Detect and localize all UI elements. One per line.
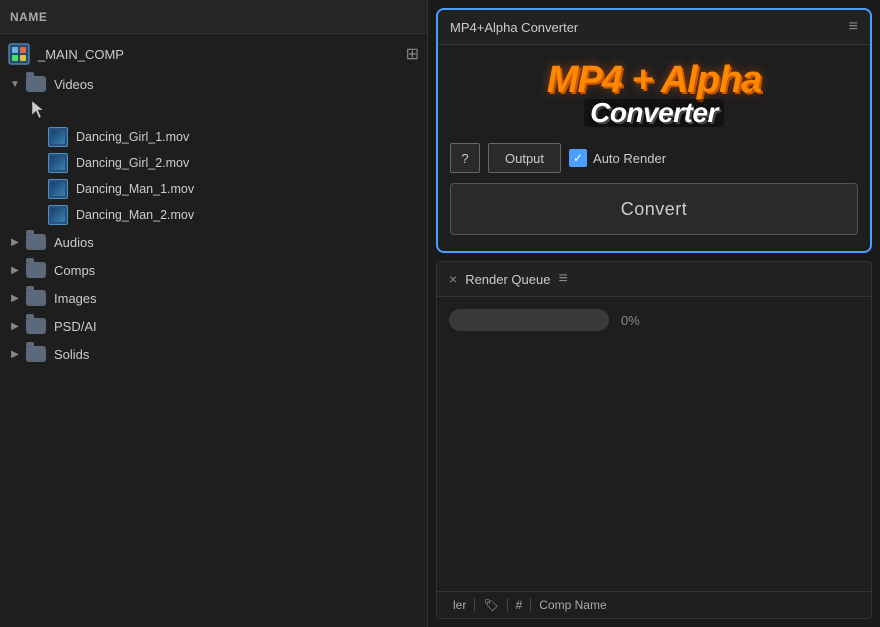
left-panel: Name _MAIN_COMP ⊞ ▼ Videos (0, 0, 428, 627)
folder-label-videos: Videos (54, 77, 94, 92)
plugin-menu-icon[interactable]: ≡ (849, 18, 858, 36)
plugin-body: MP4 + Alpha Converter ? Output ✓ Auto Re… (438, 45, 870, 251)
file-tree: _MAIN_COMP ⊞ ▼ Videos Dancing_Girl_1.mo (0, 34, 427, 627)
auto-render-checkbox[interactable]: ✓ (569, 149, 587, 167)
plugin-panel: MP4+Alpha Converter ≡ MP4 + Alpha Conver… (436, 8, 872, 253)
controls-row: ? Output ✓ Auto Render (450, 143, 858, 173)
file-thumb (48, 179, 68, 199)
chevron-right-icon: ▶ (8, 291, 22, 305)
file-dancing-man-1[interactable]: Dancing_Man_1.mov (0, 176, 427, 202)
main-comp-label: _MAIN_COMP (38, 47, 406, 62)
plugin-panel-header: MP4+Alpha Converter ≡ (438, 10, 870, 45)
render-queue-header: × Render Queue ≡ (437, 262, 871, 297)
folder-label-solids: Solids (54, 347, 89, 362)
folder-label-audios: Audios (54, 235, 94, 250)
auto-render-label[interactable]: ✓ Auto Render (569, 149, 666, 167)
folder-icon (26, 262, 46, 278)
file-dancing-girl-1[interactable]: Dancing_Girl_1.mov (0, 124, 427, 150)
progress-pct: 0% (621, 313, 640, 328)
folder-icon (26, 290, 46, 306)
logo-text-sub: Converter (584, 99, 724, 127)
render-queue-title: Render Queue (465, 272, 550, 287)
folder-comps[interactable]: ▶ Comps (0, 256, 427, 284)
main-comp-icon (8, 43, 30, 65)
chevron-right-icon: ▶ (8, 235, 22, 249)
folder-videos[interactable]: ▼ Videos (0, 70, 427, 98)
progress-row: 0% (449, 309, 859, 331)
render-queue-menu-icon[interactable]: ≡ (558, 270, 567, 288)
file-dancing-girl-2[interactable]: Dancing_Girl_2.mov (0, 150, 427, 176)
folder-audios[interactable]: ▶ Audios (0, 228, 427, 256)
progress-bar-container (449, 309, 609, 331)
folder-label-images: Images (54, 291, 97, 306)
rq-col-comp-name: Comp Name (531, 598, 614, 612)
file-thumb (48, 153, 68, 173)
folder-solids[interactable]: ▶ Solids (0, 340, 427, 368)
folder-icon (26, 76, 46, 92)
folder-label-comps: Comps (54, 263, 95, 278)
render-queue-footer: ler 🏷 # Comp Name (437, 591, 871, 618)
panel-header: Name (0, 0, 427, 34)
chevron-right-icon: ▶ (8, 319, 22, 333)
file-label-dancing-girl-2: Dancing_Girl_2.mov (76, 156, 189, 170)
plugin-title: MP4+Alpha Converter (450, 20, 578, 35)
output-button[interactable]: Output (488, 143, 561, 173)
folder-images[interactable]: ▶ Images (0, 284, 427, 312)
rq-col-number: # (508, 598, 532, 612)
file-label-dancing-girl-1: Dancing_Girl_1.mov (76, 130, 189, 144)
convert-button[interactable]: Convert (450, 183, 858, 235)
chevron-right-icon: ▶ (8, 263, 22, 277)
folder-icon (26, 234, 46, 250)
folder-icon (26, 318, 46, 334)
main-comp-row[interactable]: _MAIN_COMP ⊞ (0, 38, 427, 70)
rq-col-tag: 🏷 (475, 598, 507, 612)
logo-text-main: MP4 + Alpha (547, 61, 762, 99)
help-button[interactable]: ? (450, 143, 480, 173)
right-panel: MP4+Alpha Converter ≡ MP4 + Alpha Conver… (428, 0, 880, 627)
file-thumb (48, 205, 68, 225)
folder-label-psdai: PSD/AI (54, 319, 97, 334)
render-queue-body: 0% (437, 297, 871, 591)
network-icon: ⊞ (406, 44, 419, 64)
name-column-header: Name (10, 10, 47, 24)
render-queue-panel: × Render Queue ≡ 0% ler 🏷 # Comp Name (436, 261, 872, 619)
cursor-indicator (32, 101, 48, 121)
folder-icon (26, 346, 46, 362)
file-dancing-man-2[interactable]: Dancing_Man_2.mov (0, 202, 427, 228)
file-label-dancing-man-2: Dancing_Man_2.mov (76, 208, 194, 222)
file-label-dancing-man-1: Dancing_Man_1.mov (76, 182, 194, 196)
file-thumb (48, 127, 68, 147)
logo-container: MP4 + Alpha Converter (450, 61, 858, 127)
render-queue-close-button[interactable]: × (449, 271, 457, 287)
rq-col-render: ler (445, 598, 475, 612)
folder-psdai[interactable]: ▶ PSD/AI (0, 312, 427, 340)
chevron-right-icon: ▶ (8, 347, 22, 361)
chevron-down-icon: ▼ (8, 77, 22, 91)
auto-render-text: Auto Render (593, 151, 666, 166)
